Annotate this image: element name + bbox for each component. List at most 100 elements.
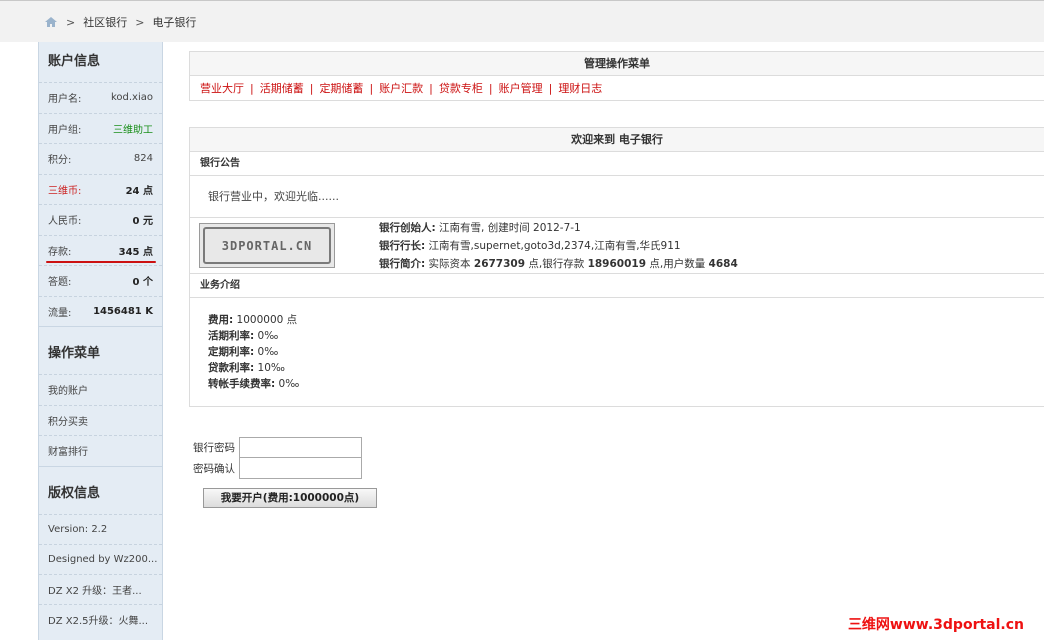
confirm-label: 密码确认: [193, 463, 235, 475]
menu-account-manage[interactable]: 账户管理: [499, 80, 543, 96]
rate-transfer-value: 0‰: [275, 378, 300, 390]
menu-separator: |: [429, 81, 433, 95]
admin-menu-title: 管理操作菜单: [190, 52, 1044, 76]
row-deposit: 存款: 345 点: [39, 234, 162, 266]
menu-fixed-savings[interactable]: 定期储蓄: [319, 80, 363, 96]
sidebar-item-points-trade[interactable]: 积分买卖: [39, 404, 162, 436]
menu-hall[interactable]: 营业大厅: [200, 80, 244, 96]
answers-label: 答题:: [48, 277, 72, 289]
welcome-title: 欢迎来到 电子银行: [190, 128, 1044, 152]
rate-fixed-label: 定期利率:: [208, 346, 255, 358]
breadcrumb: > 社区银行 > 电子银行: [44, 14, 196, 30]
sidebar-divider: [39, 465, 162, 474]
deposit-value: 345 点: [118, 246, 153, 258]
main-content: 管理操作菜单 营业大厅 | 活期储蓄 | 定期储蓄 | 账户汇款 | 贷款专柜 …: [189, 51, 1044, 407]
account-info-title: 账户信息: [48, 54, 101, 69]
intro-pre: 实际资本: [425, 258, 474, 270]
business-title: 业务介绍: [190, 274, 1044, 298]
dz-x25-upgrade-text: DZ X2.5升级：火舞...: [39, 603, 162, 634]
menu-separator: |: [309, 81, 314, 95]
menu-separator: |: [548, 81, 553, 95]
rate-fee: 费用: 1000000 点: [208, 312, 1044, 328]
answers-value: 0 个: [132, 277, 153, 289]
rate-transfer-label: 转帐手续费率:: [208, 378, 276, 390]
rate-demand-label: 活期利率:: [208, 330, 255, 342]
intro-mid2: 点,用户数量: [646, 258, 709, 270]
notice-text: 银行营业中，欢迎光临......: [190, 176, 1044, 218]
breadcrumb-community-bank[interactable]: 社区银行: [83, 14, 127, 30]
deposits-value: 18960019: [587, 258, 647, 270]
menu-demand-savings[interactable]: 活期储蓄: [260, 80, 304, 96]
breadcrumb-separator: >: [135, 15, 145, 29]
row-points: 积分: 824: [39, 143, 162, 174]
traffic-value: 1456481 K: [93, 305, 153, 317]
username-value: kod.xiao: [110, 92, 153, 104]
row-rmb: 人民币: 0 元: [39, 204, 162, 235]
rates-list: 费用: 1000000 点 活期利率: 0‰ 定期利率: 0‰ 贷款利率: 10…: [190, 298, 1044, 406]
row-3d-coins: 三维币: 24 点: [39, 173, 162, 205]
sidebar: 账户信息 用户名: kod.xiao 用户组: 三维助工 积分: 824 三维币…: [38, 42, 163, 640]
notice-title: 银行公告: [190, 152, 1044, 176]
rate-loan-value: 10‰: [254, 362, 285, 374]
president-value: 江南有雪,supernet,goto3d,2374,江南有雪,华氏911: [425, 240, 681, 252]
capital-value: 2677309: [473, 258, 526, 270]
3d-coins-value: 24 点: [125, 185, 153, 197]
rate-transfer-fee: 转帐手续费率: 0‰: [208, 376, 1044, 392]
rate-fee-label: 费用:: [208, 314, 234, 326]
rmb-value: 0 元: [132, 216, 153, 228]
rmb-label: 人民币:: [48, 216, 82, 228]
menu-loans[interactable]: 贷款专柜: [439, 80, 483, 96]
menu-separator: |: [488, 81, 493, 95]
password-confirm-input[interactable]: [239, 458, 362, 479]
founder-label: 银行创始人:: [379, 222, 436, 234]
admin-menu-box: 管理操作菜单 营业大厅 | 活期储蓄 | 定期储蓄 | 账户汇款 | 贷款专柜 …: [189, 51, 1044, 101]
intro-mid: 点,银行存款: [525, 258, 588, 270]
points-label: 积分:: [48, 155, 72, 167]
breadcrumb-separator: >: [66, 15, 76, 29]
rate-demand-value: 0‰: [254, 330, 279, 342]
bank-logo: 3DPORTAL.CN: [199, 223, 335, 268]
president-line: 银行行长: 江南有雪,supernet,goto3d,2374,江南有雪,华氏9…: [379, 238, 738, 253]
users-value: 4684: [708, 258, 738, 270]
dz-x2-upgrade-text: DZ X2 升级：王者...: [39, 573, 162, 604]
rate-loan: 贷款利率: 10‰: [208, 360, 1044, 376]
3d-coins-label: 三维币:: [48, 185, 82, 197]
row-traffic: 流量: 1456481 K: [39, 295, 162, 327]
row-usergroup: 用户组: 三维助工: [39, 112, 162, 144]
usergroup-value: 三维助工: [113, 124, 153, 136]
intro-line: 银行简介: 实际资本 2677309 点,银行存款 18960019 点,用户数…: [379, 256, 738, 271]
welcome-box: 欢迎来到 电子银行 银行公告 银行营业中，欢迎光临...... 3DPORTAL…: [189, 127, 1044, 407]
menu-separator: |: [250, 81, 254, 95]
sidebar-divider: [39, 326, 162, 334]
bank-info: 3DPORTAL.CN 银行创始人: 江南有雪, 创建时间 2012-7-1 银…: [190, 218, 1044, 274]
rate-demand: 活期利率: 0‰: [208, 328, 1044, 344]
open-account-form: 银行密码 密码确认: [193, 437, 362, 479]
deposit-underline-mark: [46, 261, 156, 263]
open-account-button[interactable]: 我要开户(费用:1000000点): [203, 488, 377, 508]
sidebar-item-my-account[interactable]: 我的账户: [39, 374, 162, 405]
bank-details: 银行创始人: 江南有雪, 创建时间 2012-7-1 银行行长: 江南有雪,su…: [379, 220, 738, 271]
password-label: 银行密码: [193, 442, 235, 454]
menu-finance-log[interactable]: 理财日志: [558, 80, 602, 96]
version-text: Version: 2.2: [39, 513, 162, 544]
deposit-label: 存款:: [48, 246, 72, 258]
intro-label: 银行简介:: [379, 258, 426, 270]
logo-text: 3DPORTAL.CN: [203, 227, 331, 264]
president-label: 银行行长:: [379, 240, 426, 252]
home-icon[interactable]: [44, 16, 58, 28]
rate-fixed-value: 0‰: [254, 346, 279, 358]
site-watermark: 三维网www.3dportal.cn: [847, 617, 1024, 633]
copyright-title: 版权信息: [48, 485, 101, 501]
rate-fixed: 定期利率: 0‰: [208, 344, 1044, 360]
traffic-label: 流量:: [48, 307, 72, 319]
points-value: 824: [133, 153, 153, 165]
rate-fee-value: 1000000 点: [233, 314, 298, 326]
usergroup-label: 用户组:: [48, 124, 82, 136]
breadcrumb-ebank[interactable]: 电子银行: [152, 14, 196, 30]
rate-loan-label: 贷款利率:: [208, 362, 255, 374]
founder-line: 银行创始人: 江南有雪, 创建时间 2012-7-1: [379, 220, 738, 235]
bank-password-input[interactable]: [239, 437, 362, 458]
menu-remittance[interactable]: 账户汇款: [379, 80, 423, 96]
menu-separator: |: [369, 81, 374, 95]
sidebar-item-wealth-rank[interactable]: 财富排行: [39, 435, 162, 466]
